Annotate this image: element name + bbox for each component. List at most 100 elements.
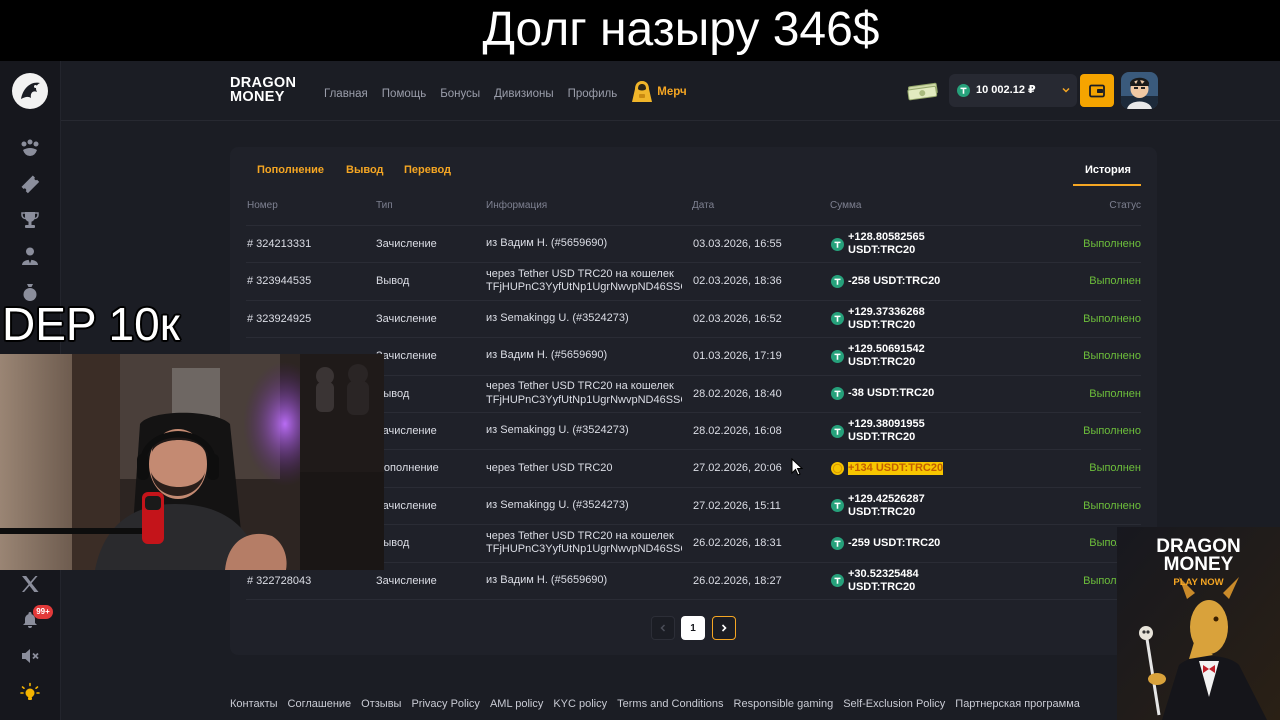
transaction-info: через Tether USD TRC20 — [486, 450, 682, 486]
transaction-info-line: из Semakingg U. (#3524273) — [486, 499, 629, 512]
nav-profile[interactable]: Профиль — [568, 87, 618, 101]
tether-coin-icon — [831, 274, 844, 288]
wallet-button[interactable] — [1080, 74, 1114, 107]
dragon-money-ad-banner[interactable]: DRAGON MONEY PLAY NOW — [1117, 527, 1280, 720]
ticket-icon[interactable] — [20, 174, 40, 194]
transaction-date: 02.03.2026, 18:36 — [693, 275, 782, 288]
footer-link-aml[interactable]: AML policy — [490, 697, 543, 711]
ad-play-now[interactable]: PLAY NOW — [1117, 577, 1280, 588]
pagination-next-button[interactable] — [712, 616, 736, 640]
transaction-info-line: через Tether USD TRC20 на кошелек — [486, 380, 674, 393]
tournament-icon[interactable] — [20, 210, 40, 230]
transaction-date: 28.02.2026, 16:08 — [693, 425, 782, 437]
tether-coin-icon — [957, 84, 970, 97]
transaction-info-line: из Вадим Н. (#5659690) — [486, 237, 608, 250]
transaction-date: 27.02.2026, 15:11 — [693, 499, 781, 512]
footer-link-reviews[interactable]: Отзывы — [361, 697, 401, 711]
transaction-info: из Вадим Н. (#5659690) — [486, 226, 682, 262]
footer-link-kyc[interactable]: KYC policy — [553, 697, 607, 711]
tether-coin-icon — [831, 574, 844, 588]
amount-line: USDT:TRC20 — [848, 356, 916, 369]
tab-transfer[interactable]: Перевод — [404, 163, 451, 177]
gold-coin-icon — [831, 461, 844, 475]
nav-merch[interactable]: Мерч — [631, 80, 687, 104]
pagination-prev-button[interactable] — [651, 616, 675, 640]
transaction-amount: -259 USDT:TRC20 — [831, 525, 940, 561]
transaction-type: Зачисление — [376, 574, 437, 587]
person-icon[interactable] — [20, 246, 40, 266]
transaction-info: через Tether USD TRC20 на кошелек TFjHUPn… — [486, 376, 682, 412]
amount-line: +128.80582565 — [848, 231, 925, 243]
amount-line: USDT:TRC20 — [848, 505, 916, 518]
transaction-type: Вывод — [376, 275, 410, 288]
amount-line: +129.37336268 — [848, 305, 925, 318]
tether-coin-icon — [831, 536, 844, 550]
balance-selector[interactable]: 10 002.12 ₽ — [949, 74, 1077, 107]
nav-home[interactable]: Главная — [324, 87, 368, 101]
sun-icon[interactable] — [20, 682, 40, 702]
tether-coin-icon — [831, 499, 844, 513]
transaction-info: через Tether USD TRC20 на кошелек TFjHUPn… — [486, 525, 682, 561]
tab-withdraw[interactable]: Вывод — [346, 163, 384, 177]
footer-link-agreement[interactable]: Соглашение — [288, 697, 352, 711]
x-social-icon[interactable] — [20, 574, 40, 594]
footer-link-self-exclusion[interactable]: Self-Exclusion Policy — [843, 697, 945, 711]
amount-line: +30.52325484 — [848, 567, 919, 580]
mute-icon[interactable] — [20, 646, 40, 666]
footer-link-contacts[interactable]: Контакты — [230, 697, 278, 711]
transaction-info-line: TFjHUPnC3YyfUtNp1UgrNwvpND46SSG — [486, 393, 682, 406]
table-row: # 324213331 Зачисление из Вадим Н. (#56596… — [246, 226, 1141, 264]
user-avatar[interactable] — [1121, 72, 1158, 109]
transaction-number: # 324213331 — [247, 238, 312, 250]
amount-line: -38 USDT:TRC20 — [848, 387, 935, 400]
amount-line: +129.42526287 — [848, 492, 925, 505]
transaction-amount: +129.37336268 USDT:TRC20 — [831, 301, 925, 337]
chevron-left-icon — [660, 624, 666, 632]
amount-line: USDT:TRC20 — [848, 318, 916, 331]
nav-bonuses[interactable]: Бонусы — [440, 87, 480, 101]
footer-link-terms[interactable]: Terms and Conditions — [617, 697, 723, 711]
amount-line: +129.38091955 — [848, 418, 925, 430]
transaction-type: Зачисление — [376, 499, 437, 512]
transaction-amount-value: -38 USDT:TRC20 — [848, 387, 934, 400]
transaction-amount: -38 USDT:TRC20 — [831, 376, 934, 412]
transaction-info-line: через Tether USD TRC20 — [486, 461, 613, 474]
transaction-date: 28.02.2026, 18:40 — [693, 387, 782, 400]
transaction-type: Зачисление — [376, 350, 437, 363]
transaction-status: Выполнено — [1083, 238, 1141, 250]
top-header: DRAGON MONEY Главная Помощь Бонусы Дивиз… — [0, 61, 1280, 121]
column-type: Тип — [376, 200, 393, 211]
site-logo[interactable]: DRAGON MONEY — [230, 76, 296, 105]
transaction-amount-value: +128.80582565 USDT:TRC20 — [848, 231, 925, 257]
transaction-status: Выполнен — [1089, 462, 1141, 475]
transaction-amount-value: +30.52325484 USDT:TRC20 — [848, 568, 919, 594]
column-status: Статус — [1109, 200, 1141, 211]
transaction-amount: +129.42526287 USDT:TRC20 — [831, 488, 925, 524]
column-info: Информация — [486, 200, 548, 211]
tab-deposit[interactable]: Пополнение — [257, 163, 324, 177]
transaction-info-line: через Tether USD TRC20 на кошелек — [486, 267, 674, 280]
transaction-status: Выполнено — [1083, 499, 1141, 512]
transaction-info: из Вадим Н. (#5659690) — [486, 563, 682, 599]
chevron-right-icon — [721, 624, 727, 632]
stream-title: Долг назыру 346$ — [482, 3, 880, 56]
transaction-info: из Semakingg U. (#3524273) — [486, 488, 682, 524]
nav-divisions[interactable]: Дивизионы — [494, 87, 553, 101]
footer-link-affiliate[interactable]: Партнерская программа — [955, 697, 1080, 711]
tether-coin-icon — [831, 237, 844, 251]
transaction-amount-value: +129.50691542 USDT:TRC20 — [848, 343, 925, 369]
dragon-logo-icon[interactable] — [11, 72, 49, 110]
tether-coin-icon — [831, 312, 844, 326]
transaction-date: 03.03.2026, 16:55 — [693, 238, 782, 250]
footer-link-responsible-gaming[interactable]: Responsible gaming — [734, 697, 834, 711]
transaction-amount: +128.80582565 USDT:TRC20 — [831, 226, 925, 262]
amount-line: -259 USDT:TRC20 — [848, 536, 941, 549]
footer-link-privacy[interactable]: Privacy Policy — [411, 697, 479, 711]
pagination-page-current[interactable]: 1 — [681, 616, 705, 640]
nav-help[interactable]: Помощь — [382, 87, 426, 101]
transaction-date: 02.03.2026, 16:52 — [693, 312, 782, 325]
games-icon[interactable] — [20, 138, 40, 158]
table-row: # 323924925 Зачисление из Semakingg U. (#3… — [246, 301, 1141, 339]
transaction-info-line: через Tether USD TRC20 на кошелек — [486, 529, 674, 542]
tab-history[interactable]: История — [1085, 163, 1131, 177]
